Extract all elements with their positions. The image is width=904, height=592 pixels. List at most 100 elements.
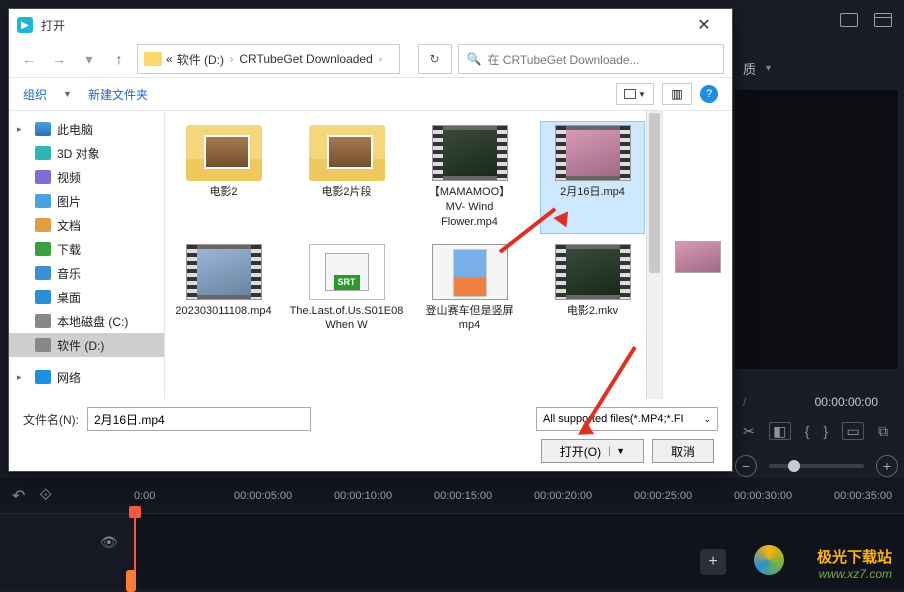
sidebar-item[interactable]: 3D 对象 [9,141,164,165]
navigation-tree[interactable]: ▸此电脑 3D 对象视频图片文档下载音乐桌面本地磁盘 (C:)软件 (D:) ▸网络 [9,111,165,399]
divider: / [743,395,746,409]
sidebar-item[interactable]: ▸此电脑 [9,117,164,141]
timeline-track[interactable] [134,514,904,589]
layout-icon-2[interactable] [874,13,892,27]
bracket-close-icon[interactable]: } [823,423,828,439]
layout-icon-1[interactable] [840,13,858,27]
watermark-logo [754,545,784,575]
file-name: 2月16日.mp4 [560,185,625,200]
file-item[interactable]: 电影2 [171,121,276,234]
link-icon[interactable]: ⟐ [39,487,52,505]
preview-controls: ✂ ◧ { } ▭ ⧉ [735,415,898,447]
cancel-button[interactable]: 取消 [652,439,714,463]
sidebar-item[interactable]: ▸网络 [9,365,164,389]
sidebar-item[interactable]: 视频 [9,165,164,189]
new-folder-button[interactable]: 新建文件夹 [88,86,148,103]
file-name: 【MAMAMOO】MV- Wind Flower.mp4 [421,185,518,230]
path-drive[interactable]: 软件 (D:) [177,51,224,68]
eye-icon[interactable]: 👁 [100,534,118,551]
tree-icon [35,194,51,208]
zoom-in-button[interactable]: + [876,455,898,477]
clip-icon[interactable]: ✂ [743,423,755,440]
search-input[interactable]: 🔍 在 CRTubeGet Downloade... [458,44,725,74]
path-folder[interactable]: CRTubeGet Downloaded [239,52,372,66]
file-type-filter[interactable]: All supported files(*.MP4;*.FI ⌄ [536,407,718,431]
close-button[interactable]: ✕ [684,11,724,39]
file-thumbnail [432,244,508,300]
sidebar-label: 网络 [57,369,81,386]
help-button[interactable]: ? [700,85,718,103]
sidebar-item[interactable]: 下载 [9,237,164,261]
screen-icon[interactable]: ▭ [842,422,864,440]
add-track-button[interactable]: + [700,549,726,575]
tree-icon [35,314,51,328]
zoom-slider[interactable] [769,464,864,468]
cancel-button-label: 取消 [671,443,695,460]
sidebar-label: 视频 [57,169,81,186]
file-thumbnail [555,125,631,181]
preview-pane [662,111,732,399]
ruler-tick: 00:00:10:00 [334,490,434,502]
filename-label: 文件名(N): [23,411,79,428]
view-mode-button[interactable]: ▼ [616,83,654,105]
file-list[interactable]: 电影2 电影2片段 【MAMAMOO】MV- Wind Flower.mp4 2月16… [165,111,662,399]
file-thumbnail [186,125,262,181]
search-placeholder: 在 CRTubeGet Downloade... [487,51,639,68]
nav-back-button[interactable]: ← [17,47,41,71]
camera-icon[interactable]: ⧉ [878,423,888,440]
file-item[interactable]: 电影2片段 [294,121,399,234]
chevron-right-icon[interactable]: › [230,54,233,65]
sidebar-item[interactable]: 图片 [9,189,164,213]
open-button[interactable]: 打开(O) ▼ [541,439,644,463]
nav-forward-button[interactable]: → [47,47,71,71]
app-icon: ▶ [17,17,33,33]
preview-pane-button[interactable]: ▥ [662,83,692,105]
file-item[interactable]: 电影2.mkv [540,240,645,338]
chevron-down-icon[interactable]: ▾ [766,63,771,74]
scrollbar[interactable] [646,111,662,399]
sidebar-label: 3D 对象 [57,145,100,162]
refresh-button[interactable]: ↻ [418,44,452,74]
sidebar-label: 文档 [57,217,81,234]
nav-recent-button[interactable]: ▾ [77,47,101,71]
sidebar-item[interactable]: 桌面 [9,285,164,309]
sidebar-item[interactable]: 软件 (D:) [9,333,164,357]
chevron-down-icon[interactable]: ▼ [63,89,72,99]
zoom-out-button[interactable]: − [735,455,757,477]
watermark-brand: 极光下载站 [817,546,892,567]
nav-up-button[interactable]: ↑ [107,47,131,71]
file-item[interactable]: 202303011108.mp4 [171,240,276,338]
marker-icon[interactable]: ◧ [769,422,791,440]
address-bar[interactable]: « 软件 (D:) › CRTubeGet Downloaded › [137,44,400,74]
ruler-tick: 00:00:25:00 [634,490,734,502]
tree-icon [35,242,51,256]
file-item[interactable]: 登山赛车但是竖屏 mp4 [417,240,522,338]
dialog-title: 打开 [41,17,65,34]
undo-icon[interactable]: ↶ [12,486,25,506]
chevron-right-icon[interactable]: › [379,54,382,65]
sidebar-label: 下载 [57,241,81,258]
sidebar-item[interactable]: 文档 [9,213,164,237]
file-name: 电影2片段 [321,185,371,200]
quality-label: 质 [743,59,756,78]
file-item[interactable]: 【MAMAMOO】MV- Wind Flower.mp4 [417,121,522,234]
timecode-total: 00:00:00:00 [815,395,878,409]
open-dropdown-icon[interactable]: ▼ [609,446,625,456]
file-item[interactable]: SRTThe.Last.of.Us.S01E08 When W [294,240,399,338]
ruler-tick: 00:00:05:00 [234,490,334,502]
tree-icon [35,266,51,280]
open-button-label: 打开(O) [560,443,601,460]
sidebar-item[interactable]: 音乐 [9,261,164,285]
organize-menu[interactable]: 组织 [23,86,47,103]
timeline-ruler[interactable]: 0:00 00:00:05:00 00:00:10:00 00:00:15:00… [134,478,904,514]
sidebar-item[interactable]: 本地磁盘 (C:) [9,309,164,333]
chevron-down-icon: ⌄ [703,414,711,425]
ruler-tick: 00:00:35:00 [834,490,904,502]
filter-label: All supported files(*.MP4;*.FI [543,413,684,425]
tree-icon [35,290,51,304]
file-name: 202303011108.mp4 [175,304,271,319]
sidebar-label: 桌面 [57,289,81,306]
file-item[interactable]: 2月16日.mp4 [540,121,645,234]
bracket-open-icon[interactable]: { [805,423,810,439]
filename-input[interactable] [87,407,311,431]
